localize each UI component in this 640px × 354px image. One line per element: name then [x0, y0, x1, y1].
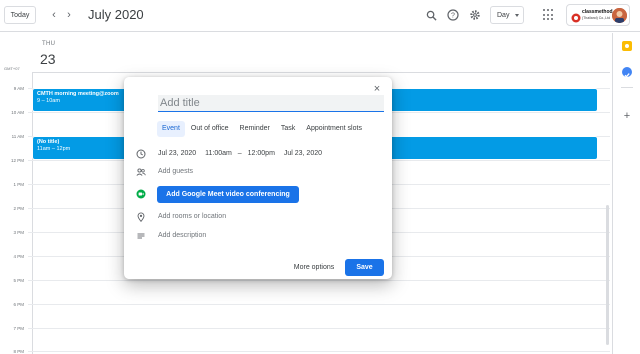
month-title: July 2020: [88, 7, 144, 22]
hour-label: 11 AM: [11, 134, 24, 139]
account-chip[interactable]: classmethod (Thailand) Co.,Ltd: [566, 4, 630, 26]
add-google-meet-button[interactable]: Add Google Meet video conferencing: [157, 186, 299, 203]
view-select-label: Day: [497, 11, 510, 19]
add-location-field[interactable]: Add rooms or location: [158, 213, 226, 220]
all-day-divider: [32, 72, 610, 73]
tab-event[interactable]: Event: [157, 121, 185, 137]
settings-gear-icon[interactable]: [468, 8, 482, 22]
hour-label: 3 PM: [13, 230, 24, 235]
clock-icon: [136, 149, 146, 159]
brand-subtitle: (Thailand) Co.,Ltd: [582, 16, 611, 20]
time-column-divider: [32, 72, 33, 354]
hour-label: 9 AM: [13, 86, 24, 91]
chevron-down-icon: [515, 14, 519, 17]
keep-icon[interactable]: [622, 41, 632, 51]
people-icon: [136, 167, 146, 177]
description-lines-icon: [136, 231, 146, 241]
end-time[interactable]: 12:00pm: [248, 150, 275, 157]
save-button[interactable]: Save: [345, 259, 384, 276]
end-date[interactable]: Jul 23, 2020: [284, 150, 322, 157]
next-day-icon[interactable]: ›: [63, 8, 75, 22]
hour-label: 6 PM: [13, 302, 24, 307]
side-panel-divider: [621, 87, 633, 88]
location-pin-icon: [136, 212, 146, 222]
hour-label: 8 PM: [13, 349, 24, 354]
quick-event-dialog: × Event Out of office Reminder Task Appo…: [124, 77, 392, 279]
app-header: Today ‹ › July 2020 ? Day classmethod (T…: [0, 0, 640, 32]
add-guests-field[interactable]: Add guests: [158, 168, 193, 175]
svg-text:?: ?: [451, 13, 455, 20]
hour-label: 5 PM: [13, 278, 24, 283]
timezone-label: GMT+07: [4, 66, 20, 71]
hour-gridline: [28, 328, 610, 329]
tab-out-of-office[interactable]: Out of office: [186, 121, 234, 137]
tab-task[interactable]: Task: [276, 121, 300, 137]
apps-grid-icon[interactable]: [543, 9, 555, 21]
day-of-week: THU: [42, 41, 56, 47]
close-icon[interactable]: ×: [372, 84, 382, 95]
side-panel: +: [612, 33, 640, 354]
search-icon[interactable]: [424, 8, 438, 22]
hour-gridline: [28, 280, 610, 281]
google-meet-icon: [136, 189, 146, 199]
time-range-dash: –: [237, 150, 242, 157]
hour-gridline: [28, 304, 610, 305]
hour-label: 4 PM: [13, 254, 24, 259]
start-date[interactable]: Jul 23, 2020: [158, 150, 196, 157]
avatar[interactable]: [612, 8, 627, 23]
hour-label: 10 AM: [11, 110, 24, 115]
previous-day-icon[interactable]: ‹: [48, 8, 60, 22]
add-addon-icon[interactable]: +: [622, 111, 632, 122]
hour-gridline: [28, 351, 610, 352]
more-options-button[interactable]: More options: [288, 260, 340, 275]
start-time[interactable]: 11:00am: [205, 150, 232, 157]
add-description-field[interactable]: Add description: [158, 232, 206, 239]
brand-name: classmethod: [582, 9, 613, 15]
tasks-icon[interactable]: [622, 67, 632, 78]
location-row[interactable]: Add rooms or location: [124, 210, 392, 224]
hour-label: 1 PM: [13, 182, 24, 187]
vertical-scrollbar[interactable]: [606, 205, 609, 345]
event-title-input[interactable]: [158, 95, 384, 112]
view-select[interactable]: Day: [490, 6, 524, 24]
tab-appointment-slots[interactable]: Appointment slots: [301, 121, 367, 137]
date-time-row: Jul 23, 2020 11:00am – 12:00pm Jul 23, 2…: [124, 147, 392, 161]
event-type-tabs: Event Out of office Reminder Task Appoin…: [157, 121, 368, 137]
description-row[interactable]: Add description: [124, 229, 392, 243]
hour-label: 7 PM: [13, 326, 24, 331]
help-icon[interactable]: ?: [446, 8, 460, 22]
today-button[interactable]: Today: [4, 6, 36, 24]
day-number[interactable]: 23: [40, 51, 56, 67]
tab-reminder[interactable]: Reminder: [235, 121, 275, 137]
guests-row[interactable]: Add guests: [124, 165, 392, 179]
hour-label: 2 PM: [13, 206, 24, 211]
hour-label: 12 PM: [10, 158, 24, 163]
brand-logo-icon: [571, 10, 581, 23]
